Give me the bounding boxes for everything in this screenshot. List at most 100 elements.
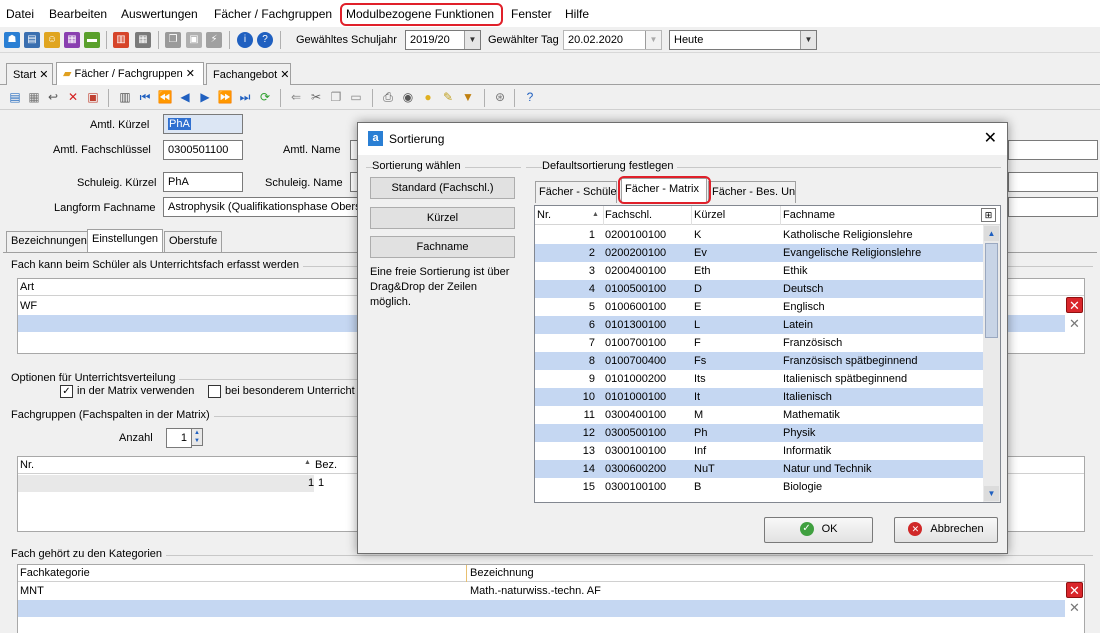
sort-grid-row[interactable]: 7 0100700100 F Französisch — [535, 334, 983, 352]
matrix-checkbox[interactable]: ✓ — [60, 385, 73, 398]
abbrechen-button[interactable]: ✕ Abbrechen — [894, 517, 998, 543]
standard-sort-button[interactable]: Standard (Fachschl.) — [370, 177, 515, 199]
fast-back-icon[interactable]: ⏪ — [157, 89, 173, 105]
info-icon[interactable]: i — [237, 32, 253, 48]
kat-row-bezeichnung[interactable]: Math.-naturwiss.-techn. AF — [470, 585, 601, 597]
chevron-down-icon[interactable]: ▼ — [800, 31, 816, 49]
menu-faecher-fachgruppen[interactable]: Fächer / Fachgruppen — [214, 7, 332, 21]
chat-icon[interactable]: ▬ — [84, 32, 100, 48]
schuljahr-select[interactable]: 2019/20 ▼ — [405, 30, 481, 50]
kuerzel-sort-button[interactable]: Kürzel — [370, 207, 515, 229]
tab-einstellungen[interactable]: Einstellungen — [87, 229, 164, 252]
menu-hilfe[interactable]: Hilfe — [565, 7, 589, 21]
bes-unterricht-checkbox[interactable] — [208, 385, 221, 398]
filter-icon[interactable]: ▼ — [460, 89, 476, 105]
sort-asc-icon[interactable]: ▲ — [304, 459, 311, 466]
sort-grid-row[interactable]: 8 0100700400 Fs Französisch spätbeginnend — [535, 352, 983, 370]
delete-row-icon[interactable]: ✕ — [1066, 297, 1083, 313]
tag-select[interactable]: 20.02.2020 ▼ — [563, 30, 662, 50]
col-fachname[interactable]: Fachname — [783, 209, 835, 221]
refresh-icon[interactable]: ⟳ — [257, 89, 273, 105]
scroll-thumb[interactable] — [985, 243, 998, 338]
delete-row-icon[interactable]: ✕ — [1066, 582, 1083, 598]
anzahl-spinner[interactable]: ▲ ▼ — [191, 428, 203, 446]
spin-down-icon[interactable]: ▼ — [192, 437, 202, 445]
col-fachschl[interactable]: Fachschl. — [605, 209, 652, 221]
col-kuerzel[interactable]: Kürzel — [694, 209, 725, 221]
arrow-left-icon[interactable]: ⇐ — [288, 89, 304, 105]
delete-row-icon[interactable]: ✕ — [1066, 600, 1083, 616]
sort-grid-row[interactable]: 2 0200200100 Ev Evangelische Religionslehre — [535, 244, 983, 262]
copy-icon[interactable]: ❐ — [165, 32, 181, 48]
tab-faecher-fachgruppen[interactable]: ▰ Fächer / Fachgruppen ✕ — [56, 62, 204, 86]
scroll-down-icon[interactable]: ▼ — [984, 486, 999, 501]
export-icon[interactable]: ▣ — [186, 32, 202, 48]
scrollbar[interactable]: ▲ ▼ — [983, 225, 1000, 502]
list-icon[interactable]: ▥ — [117, 89, 133, 105]
ok-button[interactable]: ✓ OK — [764, 517, 873, 543]
art-row-wf[interactable]: WF — [20, 300, 37, 312]
schuleig-name-field-right[interactable] — [1008, 172, 1098, 192]
undo-icon[interactable]: ↩ — [45, 89, 61, 105]
tab-faecher-schueler[interactable]: Fächer - Schüle — [535, 181, 617, 203]
sort-grid-row[interactable]: 1 0200100100 K Katholische Religionslehre — [535, 226, 983, 244]
sort-grid-row[interactable]: 3 0200400100 Eth Ethik — [535, 262, 983, 280]
close-icon[interactable]: ✕ — [186, 68, 195, 80]
close-icon[interactable]: ✕ — [984, 128, 997, 148]
lightbulb-icon[interactable]: ● — [420, 89, 436, 105]
lightning-icon[interactable]: ⚡ — [206, 32, 222, 48]
settings-icon[interactable]: ⊛ — [492, 89, 508, 105]
menu-auswertungen[interactable]: Auswertungen — [121, 7, 198, 21]
sort-grid-row[interactable]: 12 0300500100 Ph Physik — [535, 424, 983, 442]
broom-icon[interactable]: ✎ — [440, 89, 456, 105]
col-nr[interactable]: Nr. — [537, 209, 551, 221]
sort-grid-row[interactable]: 14 0300600200 NuT Natur und Technik — [535, 460, 983, 478]
amtl-name-field-right[interactable] — [1008, 140, 1098, 160]
amtl-kuerzel-field[interactable]: PhA — [163, 114, 243, 134]
delete-icon[interactable]: ✕ — [65, 89, 81, 105]
calculator-icon[interactable]: ▦ — [135, 32, 151, 48]
sort-grid-row[interactable]: 15 0300100100 B Biologie — [535, 478, 983, 496]
close-icon[interactable]: ✕ — [280, 69, 289, 81]
next-record-icon[interactable]: ▶ — [197, 89, 213, 105]
menu-fenster[interactable]: Fenster — [511, 7, 552, 21]
fg-row-nr[interactable]: 1 — [308, 477, 314, 489]
scroll-up-icon[interactable]: ▲ — [984, 226, 999, 241]
prev-record-icon[interactable]: ◀ — [177, 89, 193, 105]
column-chooser-icon[interactable]: ⊞ — [981, 208, 996, 222]
first-record-icon[interactable]: ⏮ — [137, 89, 153, 105]
save-icon[interactable]: ▦ — [26, 89, 42, 105]
sort-grid-row[interactable]: 9 0101000200 Its Italienisch spätbeginnend — [535, 370, 983, 388]
tab-fachangebot[interactable]: Fachangebot ✕ — [206, 63, 291, 85]
kat-new-row[interactable] — [18, 600, 1065, 617]
fachname-sort-button[interactable]: Fachname — [370, 236, 515, 258]
fast-forward-icon[interactable]: ⏩ — [217, 89, 233, 105]
chevron-down-icon[interactable]: ▼ — [464, 31, 480, 49]
chevron-down-icon[interactable]: ▼ — [645, 31, 661, 49]
tab-start[interactable]: Start ✕ — [6, 63, 53, 85]
tab-bezeichnungen[interactable]: Bezeichnungen — [6, 231, 92, 252]
delete-all-icon[interactable]: ▣ — [85, 89, 101, 105]
schueler-icon[interactable]: ☗ — [4, 32, 20, 48]
sort-grid-row[interactable]: 10 0101000100 It Italienisch — [535, 388, 983, 406]
kurse-icon[interactable]: ▦ — [64, 32, 80, 48]
sort-grid-row[interactable]: 4 0100500100 D Deutsch — [535, 280, 983, 298]
heute-select[interactable]: Heute ▼ — [669, 30, 817, 50]
copy-icon[interactable]: ❐ — [328, 89, 344, 105]
tab-oberstufe[interactable]: Oberstufe — [164, 231, 223, 252]
lehrer-icon[interactable]: ☺ — [44, 32, 60, 48]
sort-grid-row[interactable]: 5 0100600100 E Englisch — [535, 298, 983, 316]
book-icon[interactable]: ▥ — [113, 32, 129, 48]
sort-grid-row[interactable]: 6 0101300100 L Latein — [535, 316, 983, 334]
menu-bearbeiten[interactable]: Bearbeiten — [49, 7, 107, 21]
spin-up-icon[interactable]: ▲ — [192, 429, 202, 437]
kat-row-kategorie[interactable]: MNT — [20, 585, 44, 597]
amtl-fachschluessel-field[interactable]: 0300501100 — [163, 140, 243, 160]
cut-icon[interactable]: ✂ — [308, 89, 324, 105]
fg-row-bez[interactable]: 1 — [318, 477, 324, 489]
anzahl-field[interactable]: 1 — [166, 428, 192, 448]
print-icon[interactable]: ⎙ — [380, 89, 396, 105]
langform-field[interactable]: Astrophysik (Qualifikationsphase Oberst — [163, 197, 362, 217]
tab-faecher-bes-unt[interactable]: Fächer - Bes. Unt. — [708, 181, 796, 203]
klassen-icon[interactable]: ▤ — [24, 32, 40, 48]
